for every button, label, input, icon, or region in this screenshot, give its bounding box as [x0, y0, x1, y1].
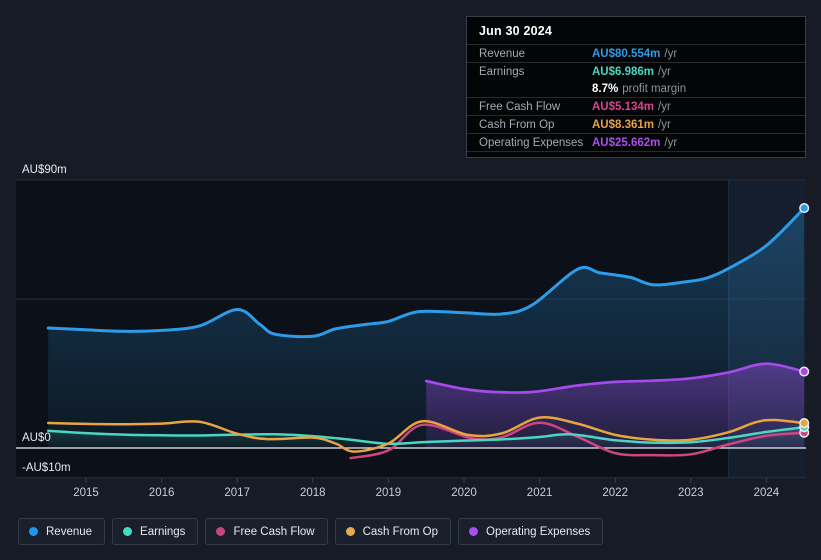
x-axis-label: 2015 [73, 487, 99, 499]
financial-history-page: AU$90m AU$0 -AU$10m 2015 2016 2017 2018 2019 202… [0, 0, 821, 560]
legend-item-cash-from-op[interactable]: Cash From Op [334, 518, 452, 545]
cash-from-op-endpoint-marker [799, 418, 810, 429]
series-color-dot [216, 527, 226, 536]
legend-item-earnings[interactable]: Earnings [112, 518, 199, 545]
series-color-dot [29, 527, 38, 536]
tooltip-row-value: AU$80.554m/yr [592, 47, 678, 60]
legend-item-operating-expenses[interactable]: Operating Expenses [458, 518, 604, 545]
tooltip-row-value: AU$6.986m/yr [592, 65, 671, 78]
tooltip-row-revenue: Revenue AU$80.554m/yr [467, 45, 805, 63]
legend-item-label: Revenue [46, 525, 93, 538]
legend-item-label: Cash From Op [362, 525, 439, 538]
y-axis-label: AU$0 [22, 432, 51, 444]
tooltip-row-free-cash-flow: Free Cash Flow AU$5.134m/yr [467, 98, 805, 116]
tooltip-row-profit-margin: 8.7% profit margin [467, 80, 805, 98]
x-axis-label: 2023 [678, 487, 704, 499]
legend-item-label: Free Cash Flow [233, 525, 315, 538]
tooltip-row-operating-expenses: Operating Expenses AU$25.662m/yr [467, 134, 805, 152]
x-axis-label: 2018 [300, 487, 326, 499]
x-axis-label: 2019 [376, 487, 402, 499]
tooltip-row-value: 8.7% profit margin [592, 82, 687, 95]
x-axis-label: 2021 [527, 487, 553, 499]
revenue-endpoint-marker [799, 203, 810, 214]
tooltip-panel: Jun 30 2024 Revenue AU$80.554m/yr Earnin… [466, 16, 806, 158]
tooltip-row-label: Cash From Op [479, 118, 555, 131]
y-axis-label: -AU$10m [22, 462, 71, 474]
tooltip-row-value: AU$25.662m/yr [592, 136, 678, 149]
operating-expenses-endpoint-marker [799, 366, 810, 377]
legend-item-label: Earnings [140, 525, 186, 538]
x-axis-label: 2016 [149, 487, 175, 499]
legend-item-revenue[interactable]: Revenue [18, 518, 106, 545]
x-axis-label: 2024 [754, 487, 780, 499]
x-axis-label: 2022 [602, 487, 628, 499]
tooltip-row-earnings: Earnings AU$6.986m/yr [467, 63, 805, 80]
tooltip-row-label: Free Cash Flow [479, 100, 561, 113]
series-color-dot [123, 527, 133, 536]
x-axis-labels: 2015 2016 2017 2018 2019 2020 2021 2022 2023 2024 [73, 487, 780, 499]
tooltip-row-value: AU$5.134m/yr [592, 100, 671, 113]
chart-legend: Revenue Earnings Free Cash Flow Cash Fro… [18, 518, 604, 545]
legend-item-free-cash-flow[interactable]: Free Cash Flow [205, 518, 328, 545]
series-color-dot [345, 527, 355, 536]
tooltip-date: Jun 30 2024 [467, 17, 805, 45]
x-axis-label: 2017 [224, 487, 250, 499]
tooltip-row-label: Operating Expenses [479, 136, 584, 149]
tooltip-row-value: AU$8.361m/yr [592, 118, 671, 131]
tooltip-row-label: Earnings [479, 65, 525, 78]
tooltip-row-label: Revenue [479, 47, 526, 60]
series-color-dot [469, 527, 479, 536]
x-axis-ticks [85, 477, 767, 483]
tooltip-rows: Revenue AU$80.554m/yr Earnings AU$6.986m… [467, 45, 805, 152]
tooltip-row-cash-from-op: Cash From Op AU$8.361m/yr [467, 116, 805, 134]
legend-item-label: Operating Expenses [486, 525, 591, 538]
x-axis-label: 2020 [451, 487, 477, 499]
y-axis-label: AU$90m [22, 164, 67, 176]
